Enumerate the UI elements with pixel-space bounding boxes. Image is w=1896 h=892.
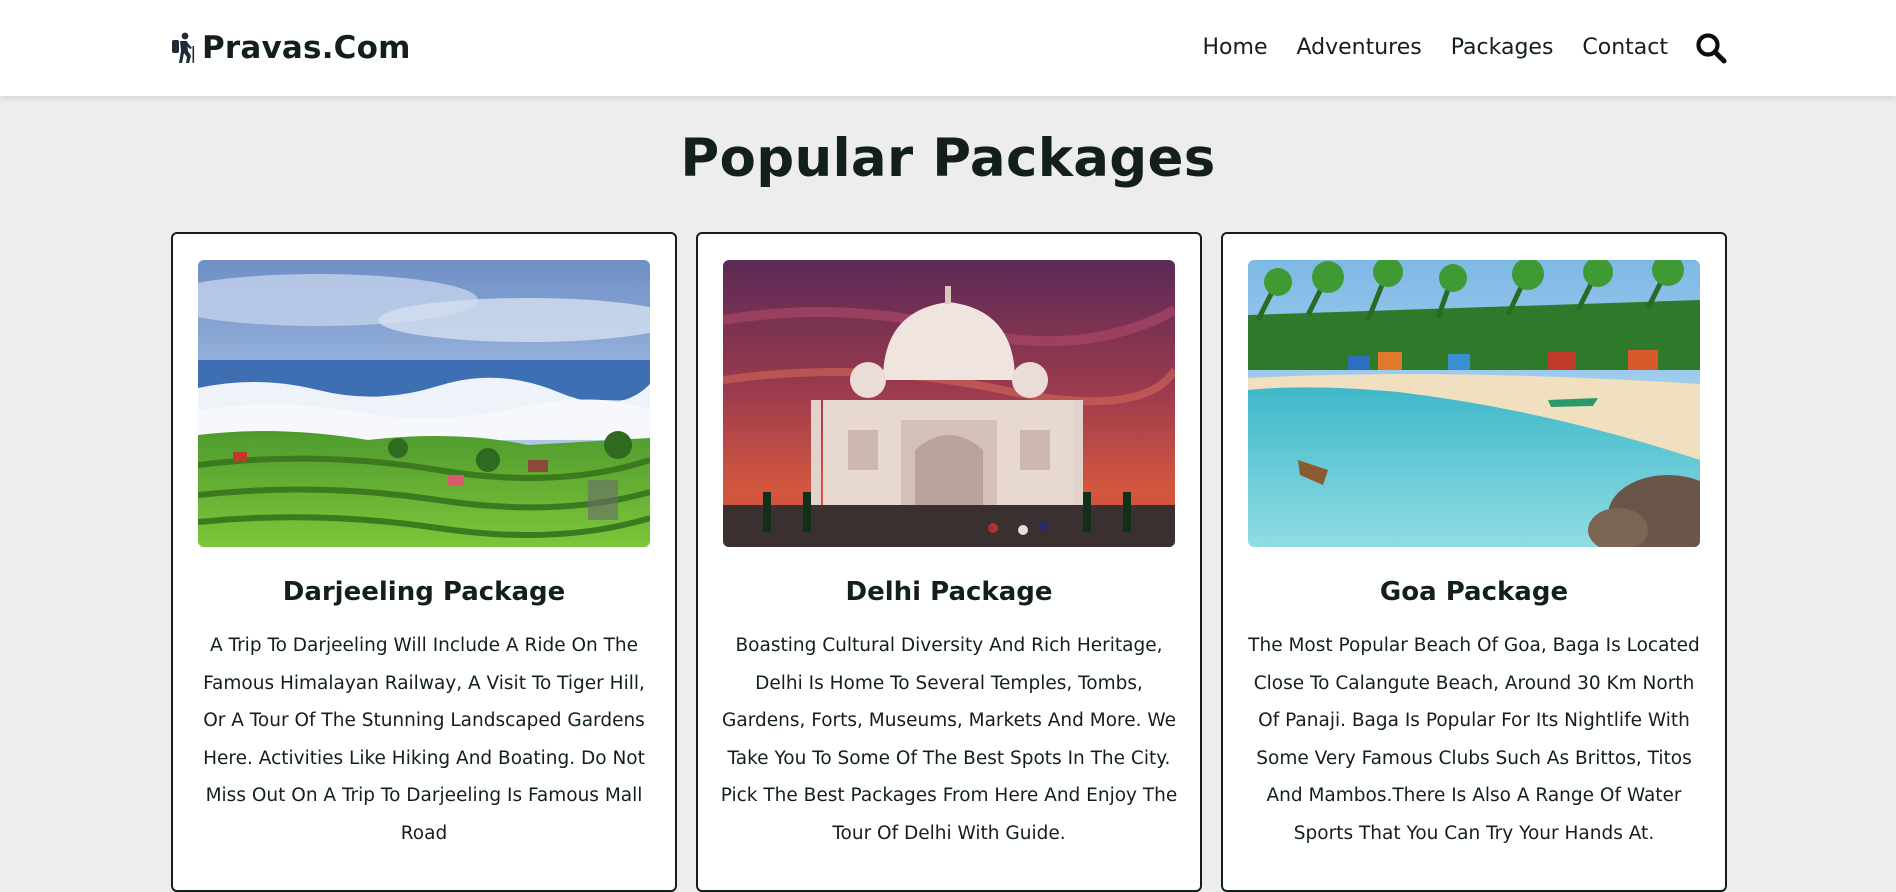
- package-card-goa[interactable]: Goa Package The Most Popular Beach Of Go…: [1221, 232, 1727, 892]
- delhi-image: [723, 260, 1175, 547]
- nav-adventures[interactable]: Adventures: [1296, 33, 1421, 63]
- card-title: Delhi Package: [845, 577, 1053, 607]
- nav-home[interactable]: Home: [1203, 33, 1268, 63]
- card-description: The Most Popular Beach Of Goa, Baga Is L…: [1248, 635, 1700, 844]
- brand-logo[interactable]: Pravas.Com: [170, 30, 411, 66]
- package-card-delhi[interactable]: Delhi Package Boasting Cultural Diversit…: [696, 232, 1202, 892]
- card-description: A Trip To Darjeeling Will Include A Ride…: [203, 635, 645, 844]
- nav-packages[interactable]: Packages: [1451, 33, 1554, 63]
- nav-contact[interactable]: Contact: [1582, 33, 1668, 63]
- card-description: Boasting Cultural Diversity And Rich Her…: [720, 635, 1178, 844]
- darjeeling-image: [198, 260, 650, 547]
- card-title: Darjeeling Package: [282, 577, 566, 607]
- hiker-icon: [172, 32, 195, 63]
- goa-image: [1248, 260, 1700, 547]
- package-card-darjeeling[interactable]: Darjeeling Package A Trip To Darjeeling …: [171, 232, 677, 892]
- card-title: Goa Package: [1379, 577, 1569, 607]
- section-title: Popular Packages: [680, 128, 1216, 189]
- main-nav: Home Adventures Packages Contact: [1203, 31, 1728, 65]
- site-header: Pravas.Com Home Adventures Packages Cont…: [0, 0, 1896, 96]
- search-button[interactable]: [1694, 31, 1728, 65]
- brand-name: Pravas.Com: [202, 30, 411, 66]
- search-icon: [1696, 33, 1727, 64]
